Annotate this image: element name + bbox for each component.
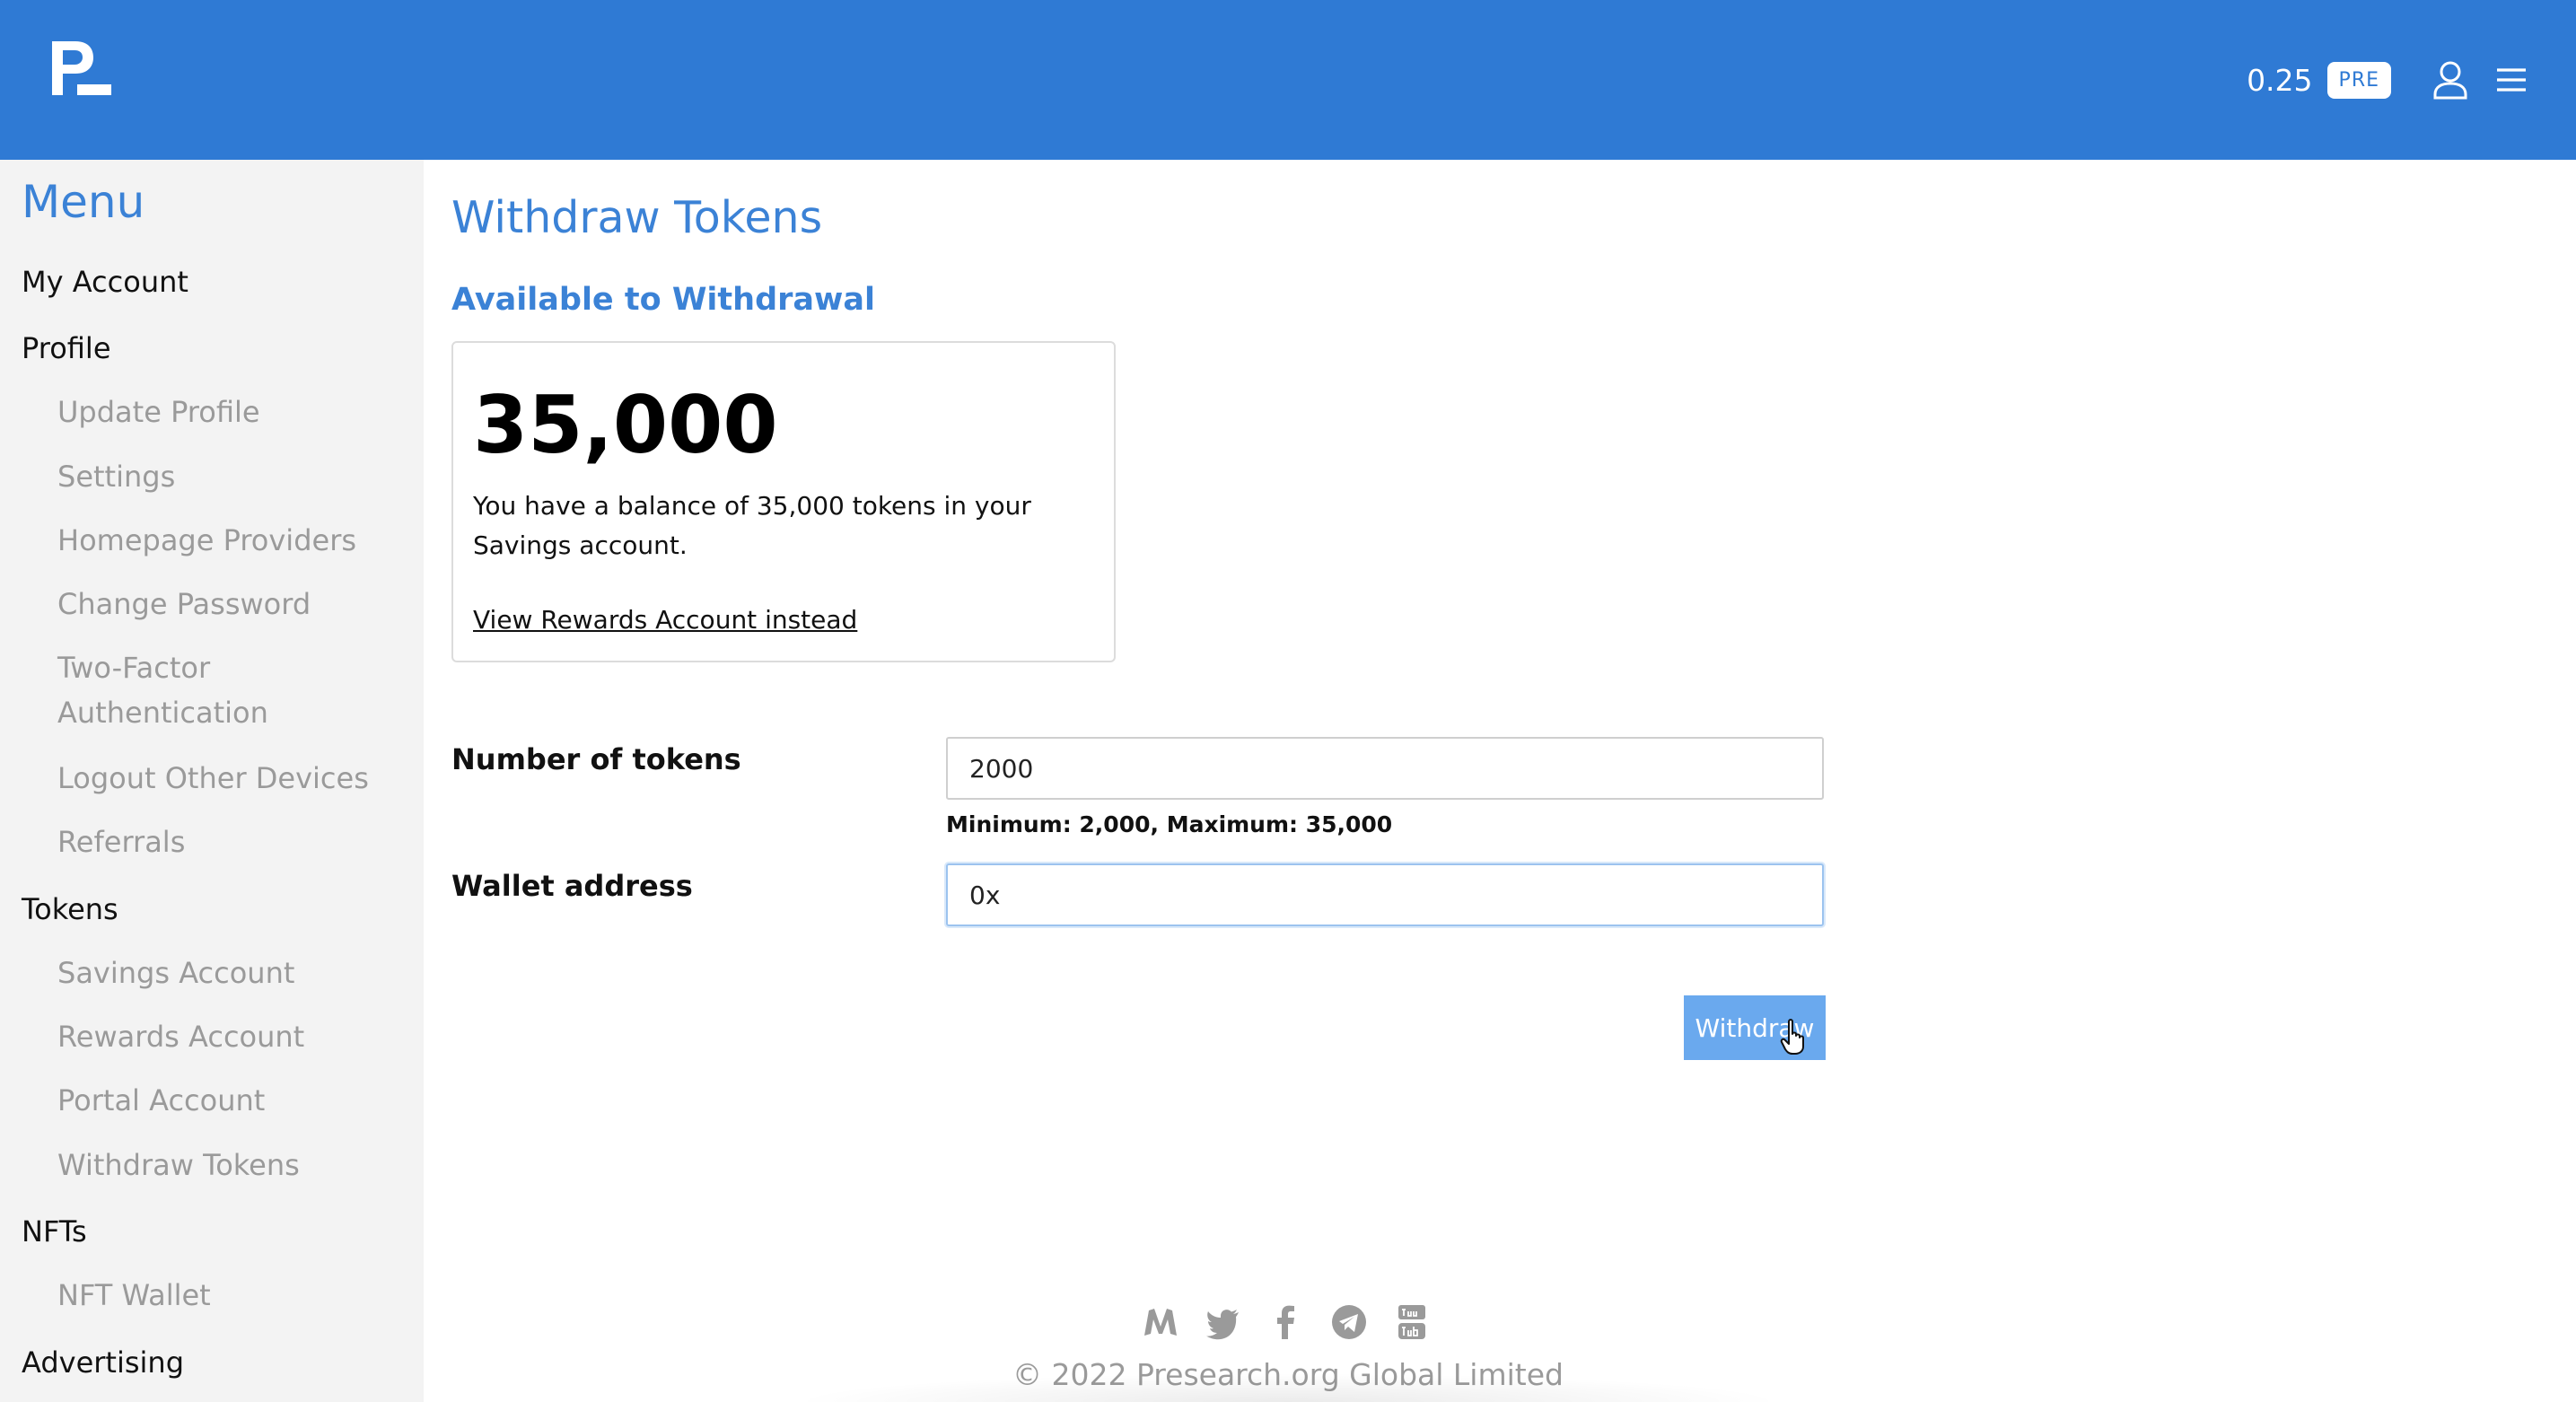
sidebar-item-rewards-account[interactable]: Rewards Account [57,1014,399,1059]
view-rewards-link[interactable]: View Rewards Account instead [473,605,857,635]
sidebar-item-two-factor-authentication[interactable]: Two-Factor Authentication [57,645,291,735]
sidebar-item-profile[interactable]: Profile [22,326,111,371]
section-title: Available to Withdrawal [451,282,875,318]
sidebar-item-change-password[interactable]: Change Password [57,582,399,627]
tokens-label: Number of tokens [451,742,741,776]
presearch-logo[interactable] [52,41,111,95]
sidebar-item-withdraw-tokens[interactable]: Withdraw Tokens [57,1143,399,1187]
footer-shadow [790,1373,1786,1402]
sidebar-item-update-profile[interactable]: Update Profile [57,390,399,434]
sidebar-item-referrals[interactable]: Referrals [57,819,399,864]
sidebar-item-my-account[interactable]: My Account [22,259,188,304]
sidebar-item-portal-account[interactable]: Portal Account [57,1078,399,1123]
twitter-icon[interactable] [1205,1303,1242,1341]
wallet-address-input[interactable] [946,863,1824,926]
youtube-icon[interactable] [1393,1303,1431,1341]
tokens-input[interactable] [946,737,1824,800]
balance-card: 35,000 You have a balance of 35,000 toke… [451,341,1116,662]
sidebar-item-savings-account[interactable]: Savings Account [57,951,399,995]
hamburger-icon[interactable] [2493,65,2529,95]
facebook-icon[interactable] [1267,1303,1305,1341]
telegram-icon[interactable] [1330,1303,1368,1341]
page-title: Withdraw Tokens [451,192,823,243]
available-amount: 35,000 [473,379,778,471]
social-icons [1142,1303,1431,1341]
menu-title: Menu [22,176,145,228]
hand-cursor-icon [1780,1019,1804,1055]
sidebar-item-nft-wallet[interactable]: NFT Wallet [57,1273,399,1318]
balance-description: You have a balance of 35,000 tokens in y… [473,491,1031,560]
sidebar-item-settings[interactable]: Settings [57,454,399,499]
wallet-label: Wallet address [451,869,693,903]
tokens-hint: Minimum: 2,000, Maximum: 35,000 [946,811,1393,837]
sidebar-item-tokens[interactable]: Tokens [22,887,118,932]
user-icon[interactable] [2432,60,2468,100]
medium-icon[interactable] [1142,1303,1179,1341]
sidebar-item-nfts[interactable]: NFTs [22,1209,87,1254]
sidebar-item-homepage-providers[interactable]: Homepage Providers [57,518,399,563]
top-bar: 0.25 PRE [0,0,2576,160]
token-balance: 0.25 [2247,62,2313,98]
sidebar-item-logout-other-devices[interactable]: Logout Other Devices [57,756,399,801]
currency-badge: PRE [2326,61,2391,99]
